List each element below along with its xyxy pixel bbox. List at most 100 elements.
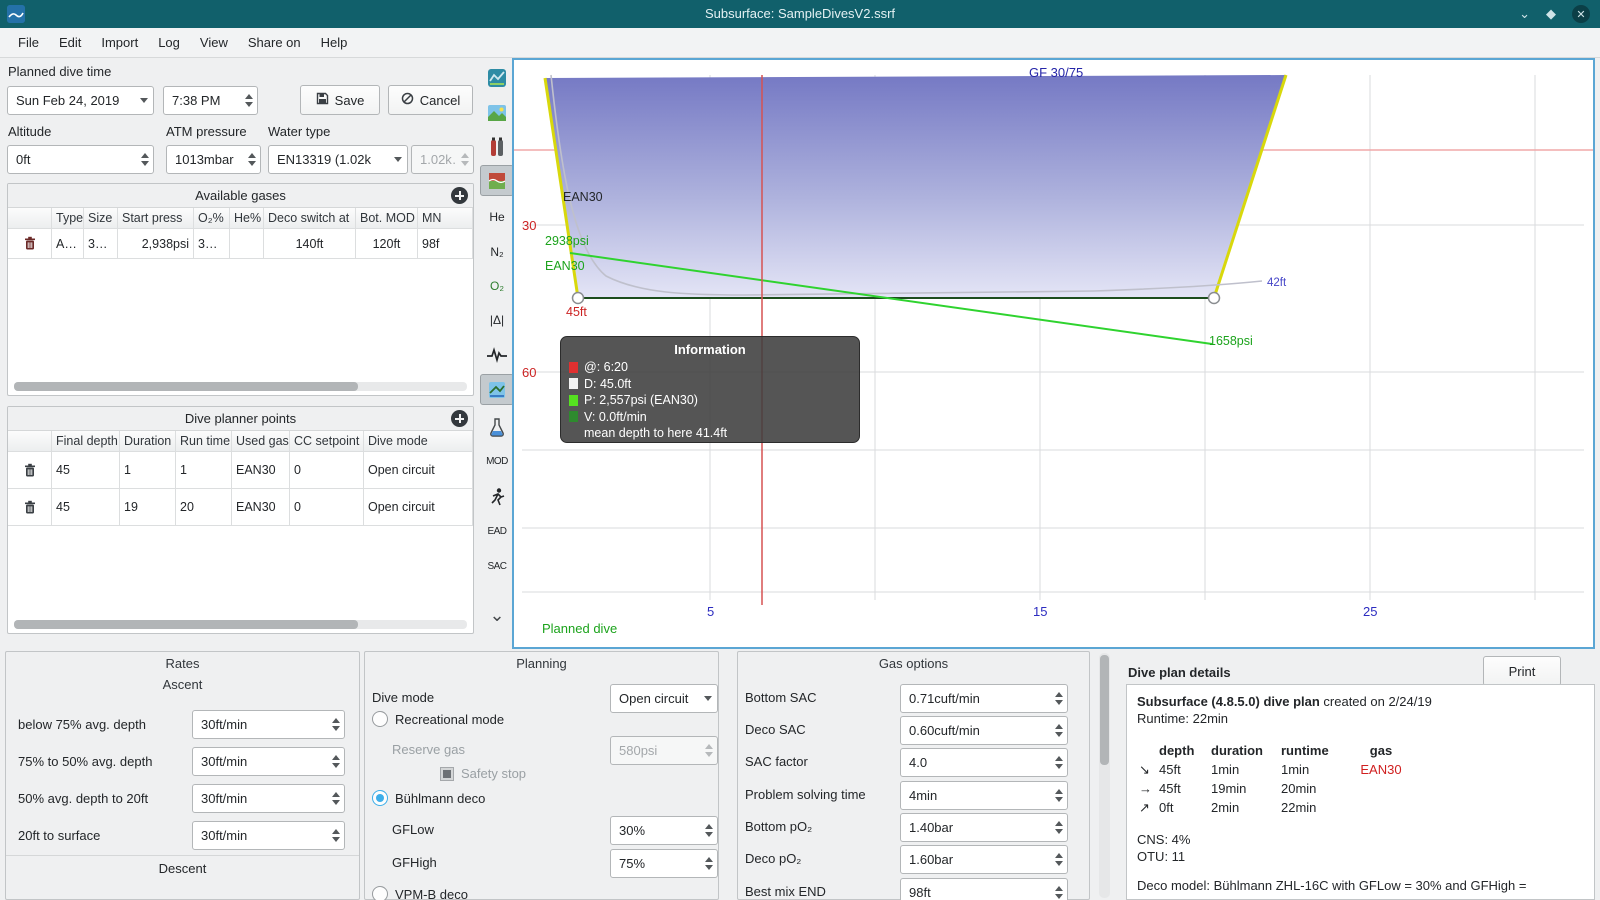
title-bar[interactable]: Subsurface: SampleDivesV2.ssrf ⌄ ◆ ✕ bbox=[0, 0, 1600, 28]
toolbar-mod-icon[interactable]: MOD bbox=[480, 446, 514, 477]
deco-po2-spinner[interactable]: 1.60bar bbox=[900, 845, 1068, 874]
atm-pressure-spinner[interactable]: 1013mbar bbox=[166, 145, 261, 174]
point-mode-cell[interactable]: Open circuit bbox=[364, 452, 473, 489]
gas-deco-switch-cell[interactable]: 140ft bbox=[264, 229, 356, 259]
vpmb-deco-radio[interactable]: VPM-B deco bbox=[372, 886, 468, 900]
gases-col-mnd[interactable]: MN bbox=[418, 208, 473, 229]
spinner-arrows-icon[interactable] bbox=[327, 785, 344, 812]
point-gas-cell[interactable]: EAN30 bbox=[232, 489, 290, 526]
spinner-arrows-icon[interactable] bbox=[327, 711, 344, 738]
spinner-arrows-icon[interactable] bbox=[327, 822, 344, 849]
delete-gas-icon[interactable] bbox=[23, 236, 37, 251]
toolbar-dive-computer-icon[interactable] bbox=[480, 62, 514, 93]
toolbar-photos-icon[interactable] bbox=[480, 97, 514, 128]
menu-import[interactable]: Import bbox=[91, 30, 148, 55]
gfhigh-spinner[interactable]: 75% bbox=[610, 849, 718, 878]
toolbar-more-chevron-icon[interactable]: ⌄ bbox=[480, 600, 514, 631]
point-duration-cell[interactable]: 19 bbox=[120, 489, 176, 526]
delete-point-icon[interactable] bbox=[23, 500, 37, 515]
deco-sac-spinner[interactable]: 0.60cuft/min bbox=[900, 716, 1068, 745]
scrollbar-thumb[interactable] bbox=[14, 382, 359, 391]
spinner-arrows-icon[interactable] bbox=[1050, 749, 1067, 776]
point-runtime-cell[interactable]: 20 bbox=[176, 489, 232, 526]
profile-handle[interactable] bbox=[571, 291, 585, 305]
water-type-combo[interactable]: EN13319 (1.02k bbox=[268, 145, 408, 174]
dive-profile-chart[interactable]: GF 30/75 EAN30 2938psi EAN30 45ft 42ft 1… bbox=[512, 58, 1595, 649]
gas-size-cell[interactable]: 3… bbox=[84, 229, 118, 259]
gases-col-size[interactable]: Size bbox=[84, 208, 118, 229]
add-point-button[interactable] bbox=[451, 410, 468, 427]
ascent-rate-surface-spinner[interactable]: 30ft/min bbox=[192, 821, 345, 850]
toolbar-nitrogen-icon[interactable]: N₂ bbox=[480, 236, 514, 267]
ascent-rate-75-spinner[interactable]: 30ft/min bbox=[192, 710, 345, 739]
toolbar-ead-icon[interactable]: EAD bbox=[480, 516, 514, 547]
recreational-mode-radio[interactable]: Recreational mode bbox=[372, 711, 504, 727]
delete-point-icon[interactable] bbox=[23, 463, 37, 478]
gas-he-cell[interactable] bbox=[230, 229, 264, 259]
bottom-po2-spinner[interactable]: 1.40bar bbox=[900, 813, 1068, 842]
bottom-vertical-scrollbar[interactable] bbox=[1099, 653, 1110, 898]
toolbar-heart-rate-icon[interactable] bbox=[480, 339, 514, 370]
point-runtime-cell[interactable]: 1 bbox=[176, 452, 232, 489]
gas-mnd-cell[interactable]: 98f bbox=[418, 229, 473, 259]
spinner-arrows-icon[interactable] bbox=[240, 87, 257, 114]
scrollbar-thumb[interactable] bbox=[1100, 655, 1109, 765]
dive-date-combo[interactable]: Sun Feb 24, 2019 bbox=[7, 86, 154, 115]
spinner-arrows-icon[interactable] bbox=[1050, 782, 1067, 809]
menu-help[interactable]: Help bbox=[311, 30, 358, 55]
spinner-arrows-icon[interactable] bbox=[700, 850, 717, 877]
planner-point-row[interactable]: 45 19 20 EAN30 0 Open circuit bbox=[8, 489, 473, 526]
dive-mode-combo[interactable]: Open circuit bbox=[610, 684, 718, 713]
buhlmann-deco-radio[interactable]: Bühlmann deco bbox=[372, 790, 485, 806]
points-col-runtime[interactable]: Run time bbox=[176, 431, 232, 452]
spinner-arrows-icon[interactable] bbox=[1050, 685, 1067, 712]
add-gas-button[interactable] bbox=[451, 187, 468, 204]
ascent-rate-50-spinner[interactable]: 30ft/min bbox=[192, 747, 345, 776]
ascent-rate-20ft-spinner[interactable]: 30ft/min bbox=[192, 784, 345, 813]
points-col-mode[interactable]: Dive mode bbox=[364, 431, 473, 452]
print-button[interactable]: Print bbox=[1483, 656, 1561, 686]
gases-col-start-press[interactable]: Start press bbox=[118, 208, 194, 229]
point-duration-cell[interactable]: 1 bbox=[120, 452, 176, 489]
altitude-spinner[interactable]: 0ft bbox=[7, 145, 154, 174]
menu-view[interactable]: View bbox=[190, 30, 238, 55]
spinner-arrows-icon[interactable] bbox=[1050, 879, 1067, 900]
toolbar-sac-icon[interactable]: SAC bbox=[480, 551, 514, 582]
profile-handle[interactable] bbox=[1207, 291, 1221, 305]
menu-share-on[interactable]: Share on bbox=[238, 30, 311, 55]
best-mix-end-spinner[interactable]: 98ft bbox=[900, 878, 1068, 900]
gases-col-he[interactable]: He% bbox=[230, 208, 264, 229]
point-gas-cell[interactable]: EAN30 bbox=[232, 452, 290, 489]
toolbar-cylinder-pressure-icon[interactable] bbox=[480, 131, 514, 162]
gas-row[interactable]: A… 3… 2,938psi 3… 140ft 120ft 98f bbox=[8, 229, 473, 259]
toolbar-ceiling-icon[interactable] bbox=[480, 165, 514, 196]
toolbar-ndl-icon[interactable] bbox=[480, 481, 514, 512]
gas-type-cell[interactable]: A… bbox=[52, 229, 84, 259]
radio-icon[interactable] bbox=[372, 711, 388, 727]
gases-col-o2[interactable]: O₂% bbox=[194, 208, 230, 229]
gflow-spinner[interactable]: 30% bbox=[610, 816, 718, 845]
toolbar-helium-icon[interactable]: He bbox=[480, 201, 514, 232]
spinner-arrows-icon[interactable] bbox=[1050, 814, 1067, 841]
information-tooltip[interactable]: Information @: 6:20 D: 45.0ft P: 2,557ps… bbox=[560, 336, 860, 443]
problem-time-spinner[interactable]: 4min bbox=[900, 781, 1068, 810]
radio-icon[interactable] bbox=[372, 886, 388, 900]
spinner-arrows-icon[interactable] bbox=[1050, 717, 1067, 744]
toolbar-tank-bar-icon[interactable] bbox=[480, 374, 514, 405]
point-setpoint-cell[interactable]: 0 bbox=[290, 452, 364, 489]
point-mode-cell[interactable]: Open circuit bbox=[364, 489, 473, 526]
dive-time-spinner[interactable]: 7:38 PM bbox=[163, 86, 258, 115]
spinner-arrows-icon[interactable] bbox=[1050, 846, 1067, 873]
gases-col-deco-switch[interactable]: Deco switch at bbox=[264, 208, 356, 229]
gas-start-press-cell[interactable]: 2,938psi bbox=[118, 229, 194, 259]
points-col-depth[interactable]: Final depth bbox=[52, 431, 120, 452]
spinner-arrows-icon[interactable] bbox=[243, 146, 260, 173]
point-depth-cell[interactable]: 45 bbox=[52, 452, 120, 489]
point-depth-cell[interactable]: 45 bbox=[52, 489, 120, 526]
toolbar-salinity-icon[interactable] bbox=[480, 411, 514, 442]
window-shade-button[interactable]: ⌄ bbox=[1519, 6, 1530, 22]
bottom-sac-spinner[interactable]: 0.71cuft/min bbox=[900, 684, 1068, 713]
gases-horizontal-scrollbar[interactable] bbox=[14, 382, 467, 391]
toolbar-air-density-icon[interactable]: |Δ| bbox=[480, 304, 514, 335]
gases-col-bot-mod[interactable]: Bot. MOD bbox=[356, 208, 418, 229]
